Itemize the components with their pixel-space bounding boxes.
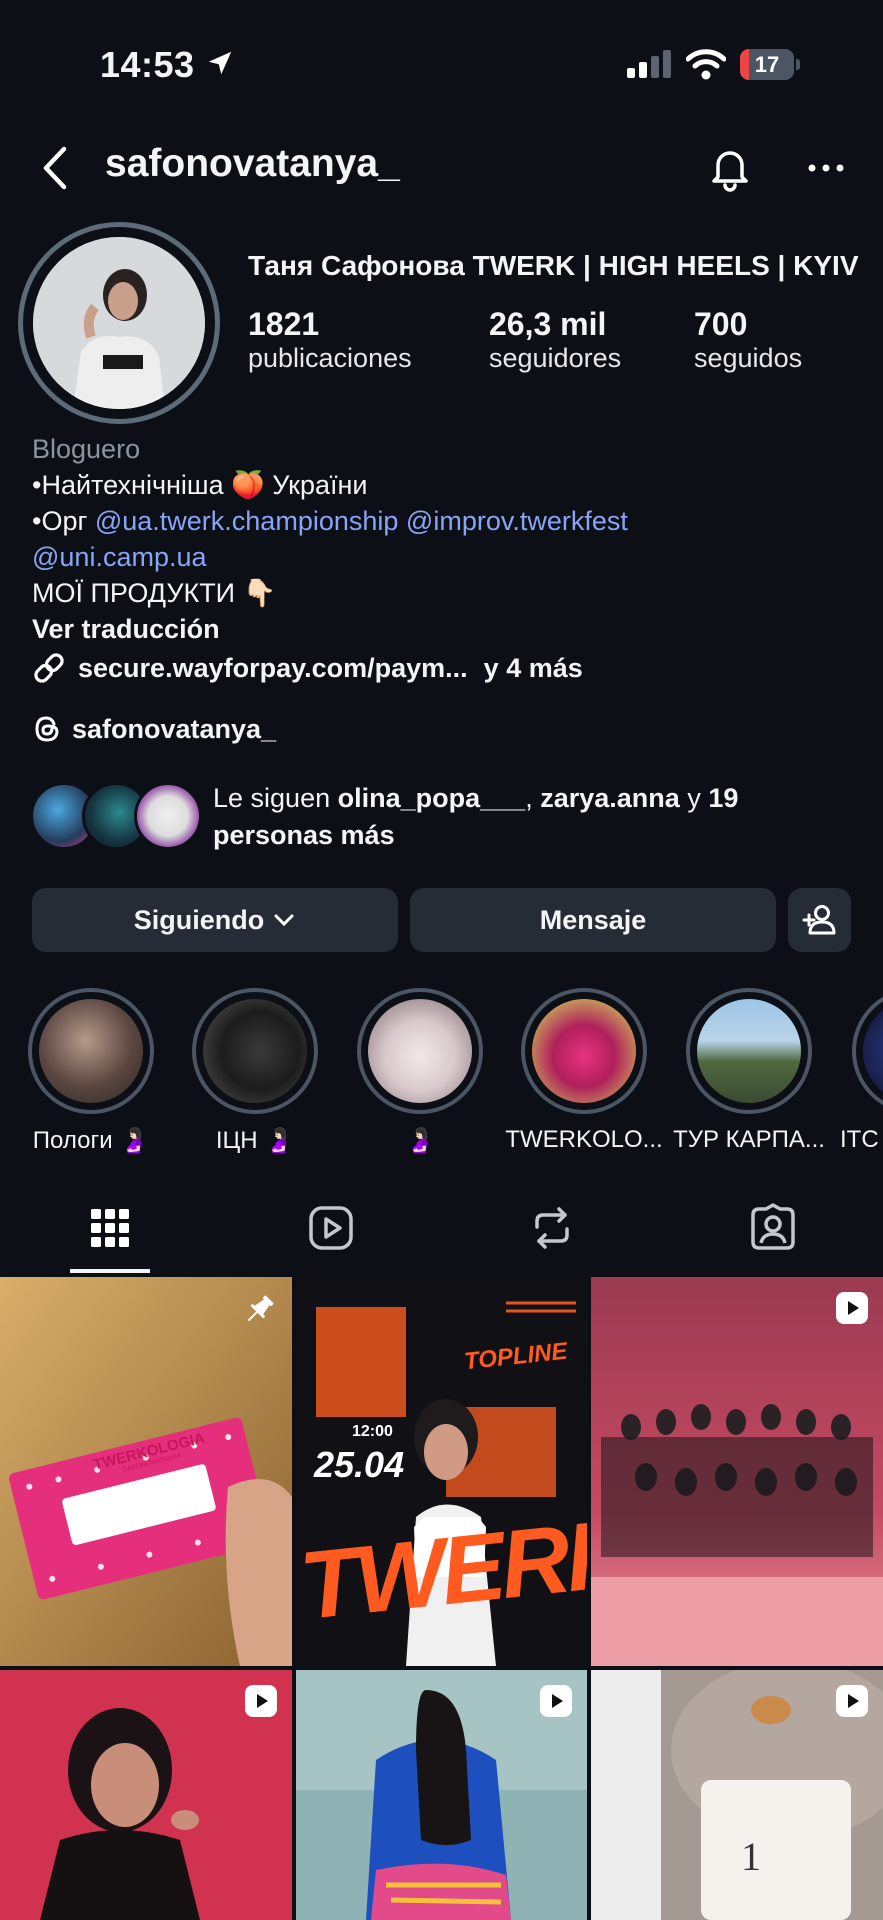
follower-avatar — [134, 782, 202, 850]
following-label: Siguiendo — [133, 904, 265, 935]
post-thumbnail[interactable]: TWERK 25.04 12:00 TOPLINE — [296, 1277, 587, 1666]
story-highlight[interactable]: TWERKOLO... — [501, 988, 667, 1154]
post-time: 12:00 — [352, 1423, 393, 1440]
profile-full-name: Таня Сафонова TWERK | HIGH HEELS | KYIV — [248, 250, 859, 281]
threads-link[interactable]: safonovatanya_ — [32, 711, 276, 747]
threads-icon — [35, 716, 59, 742]
post-date: 25.04 — [314, 1444, 405, 1485]
link-icon — [34, 653, 64, 683]
reel-icon — [836, 1685, 868, 1717]
message-button[interactable]: Mensaje — [410, 888, 776, 952]
stat-posts-label: publicaciones — [248, 343, 412, 373]
stat-following-label: seguidos — [694, 343, 803, 373]
post-thumbnail[interactable]: TWERKOLOGIA SAFONOVATANYA — [0, 1277, 292, 1666]
external-link-more: y 4 más — [483, 652, 583, 683]
bio-line-1: •Найтехнічніша 🍑 України — [32, 470, 368, 500]
grid-icon[interactable] — [85, 1203, 135, 1253]
message-label: Mensaje — [539, 904, 647, 935]
battery-percent: 17 — [754, 52, 780, 77]
story-highlight-label: TWERKOLO... — [505, 1126, 663, 1153]
external-link[interactable]: secure.wayforpay.com/paym... y 4 más — [32, 650, 583, 686]
bio-line-4: МОЇ ПРОДУКТИ 👇🏻 — [32, 578, 277, 608]
followed-sep: , — [525, 783, 533, 813]
following-button[interactable]: Siguiendo — [32, 888, 398, 952]
suggest-people-button[interactable] — [788, 888, 851, 952]
location-arrow-icon — [208, 51, 232, 75]
bio-org-prefix: •Орг — [32, 506, 88, 536]
followed-user-1: olina_popa___ — [337, 783, 526, 813]
battery-indicator: 17 — [740, 49, 802, 80]
more-options-icon[interactable] — [808, 158, 844, 178]
story-highlight[interactable]: Пологи 🤰🏻 — [8, 988, 174, 1155]
notification-bell-icon[interactable] — [706, 143, 754, 193]
add-person-icon — [802, 905, 835, 935]
profile-username: safonovatanya_ — [105, 142, 400, 185]
stat-following-value: 700 — [694, 306, 748, 342]
translate-link[interactable]: Ver traducción — [32, 611, 220, 647]
reel-icon — [836, 1292, 868, 1324]
post-thumbnail[interactable] — [296, 1670, 587, 1920]
story-highlight[interactable]: 🤰🏻 — [337, 988, 503, 1155]
wifi-icon — [686, 49, 726, 80]
active-tab-indicator — [70, 1269, 150, 1273]
stat-followers[interactable]: 26,3 mil seguidores — [489, 306, 621, 374]
reel-icon — [245, 1685, 277, 1717]
reposts-icon[interactable] — [527, 1203, 577, 1253]
followed-prefix: Le siguen — [213, 783, 331, 813]
followed-and: y — [687, 783, 701, 813]
mutual-followers-text[interactable]: Le siguen olina_popa___, zarya.anna y 19… — [213, 780, 853, 854]
profile-category: Bloguero — [32, 434, 141, 464]
story-highlight[interactable]: ТУР КАРПА... — [666, 988, 832, 1154]
svg-text:1: 1 — [741, 1834, 761, 1879]
post-thumbnail[interactable] — [591, 1277, 883, 1666]
stat-following[interactable]: 700 seguidos — [694, 306, 802, 374]
stat-posts-value: 1821 — [248, 306, 320, 342]
threads-handle: safonovatanya_ — [72, 713, 277, 744]
mention-link[interactable]: @uni.camp.ua — [32, 539, 207, 575]
back-chevron-icon[interactable] — [38, 145, 72, 191]
story-highlight[interactable]: ІЦН 🤰🏻 — [172, 988, 338, 1155]
mutual-followers-avatars[interactable] — [30, 782, 202, 850]
status-time: 14:53 — [100, 44, 195, 85]
external-link-text: secure.wayforpay.com/paym... — [78, 652, 468, 683]
post-thumbnail[interactable] — [0, 1670, 292, 1920]
reel-icon — [540, 1685, 572, 1717]
tagged-icon[interactable] — [748, 1203, 798, 1253]
story-highlight-label: ІЦН 🤰🏻 — [215, 1127, 295, 1154]
story-highlight-label: Пологи 🤰🏻 — [32, 1127, 150, 1154]
mention-link[interactable]: @improv.twerkfest — [406, 506, 628, 536]
chevron-down-icon — [274, 914, 294, 927]
story-highlight-label: ITC — [840, 1126, 879, 1153]
cellular-signal-icon — [627, 50, 671, 78]
stat-posts[interactable]: 1821 publicaciones — [248, 306, 412, 374]
reels-icon[interactable] — [306, 1203, 356, 1253]
stat-followers-value: 26,3 mil — [489, 306, 607, 342]
story-highlight-label: ТУР КАРПА... — [673, 1126, 825, 1153]
bio-line-2: •Орг @ua.twerk.championship @improv.twer… — [32, 503, 628, 539]
story-highlight[interactable]: ITC — [830, 988, 883, 1154]
pinned-icon — [247, 1295, 274, 1322]
post-thumbnail[interactable]: 1 — [591, 1670, 883, 1920]
followed-user-2: zarya.anna — [540, 783, 680, 813]
profile-avatar[interactable] — [33, 237, 205, 409]
mention-link[interactable]: @ua.twerk.championship — [95, 506, 399, 536]
stat-followers-label: seguidores — [489, 343, 622, 373]
story-highlight-label: 🤰🏻 — [405, 1127, 435, 1154]
